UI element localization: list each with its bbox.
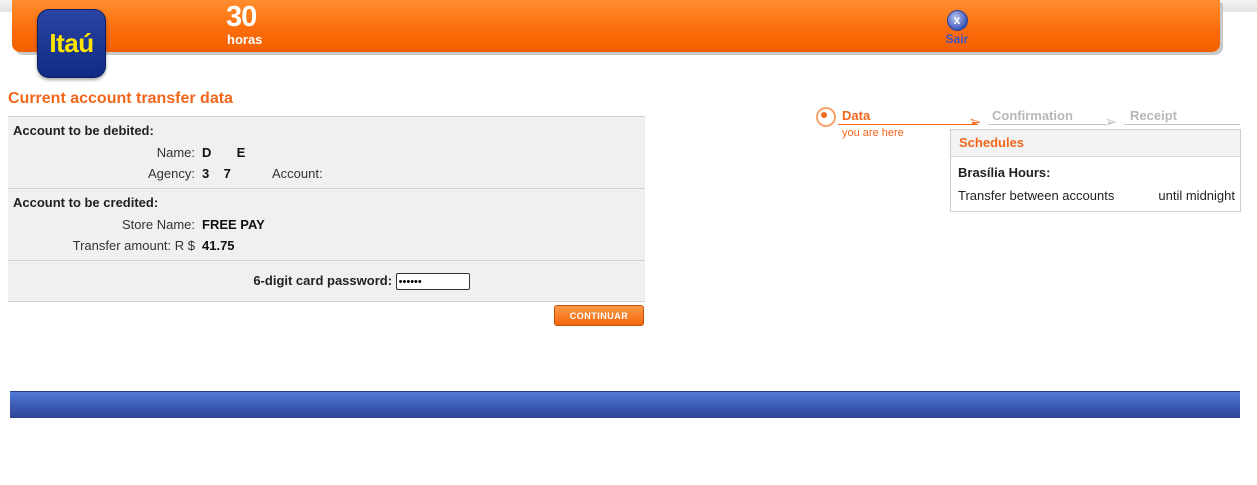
schedules-subtitle: Brasília Hours: xyxy=(958,165,1051,180)
close-icon[interactable]: x xyxy=(946,10,968,31)
account-label: Account: xyxy=(272,166,323,181)
30-horas-word: horas xyxy=(227,32,263,47)
name-label: Name: xyxy=(156,145,195,160)
password-row: 6-digit card password: xyxy=(8,271,645,291)
store-value: FREE PAY xyxy=(202,217,265,232)
amount-value: 41.75 xyxy=(202,238,235,253)
logo-text: Itaú xyxy=(49,28,94,58)
logout-button[interactable]: x Sair xyxy=(940,10,974,46)
footer-bar xyxy=(10,391,1240,418)
step-connector xyxy=(1124,124,1240,125)
step-receipt: Receipt xyxy=(1130,108,1177,123)
schedule-row: Transfer between accounts until midnight xyxy=(951,188,1240,206)
step-connector xyxy=(838,124,978,125)
credit-section: Account to be credited: Store Name: FREE… xyxy=(8,188,645,260)
agency-label: Agency: xyxy=(148,166,195,181)
page-title: Current account transfer data xyxy=(8,90,233,107)
logout-label[interactable]: Sair xyxy=(940,32,974,46)
transfer-form: Account to be debited: Name: D E Agency:… xyxy=(8,116,645,302)
30-horas-number: 30 xyxy=(226,1,257,33)
password-label: 6-digit card password: xyxy=(253,273,393,288)
name-value: D E xyxy=(202,145,246,160)
schedules-panel: Schedules Brasília Hours: Transfer betwe… xyxy=(950,129,1241,212)
continue-button[interactable]: CONTINUAR xyxy=(554,305,644,326)
agency-row: Agency: 3 7 Account: xyxy=(8,163,645,184)
name-row: Name: D E xyxy=(8,142,645,163)
store-label: Store Name: xyxy=(122,217,195,232)
credit-heading: Account to be credited: xyxy=(13,195,159,210)
schedule-row-value: until midnight xyxy=(1158,188,1235,203)
step-connector xyxy=(988,124,1106,125)
itau-logo[interactable]: Itaú xyxy=(37,9,106,78)
amount-label: Transfer amount: R $ xyxy=(72,238,195,253)
schedule-row-label: Transfer between accounts xyxy=(958,188,1115,203)
amount-row: Transfer amount: R $ 41.75 xyxy=(8,235,645,256)
step-confirmation: Confirmation xyxy=(992,108,1073,123)
store-row: Store Name: FREE PAY xyxy=(8,214,645,235)
debit-section: Account to be debited: Name: D E Agency:… xyxy=(8,116,645,188)
header-bar xyxy=(12,0,1220,52)
current-step-icon xyxy=(816,107,836,127)
password-section: 6-digit card password: xyxy=(8,260,645,302)
step-data: Data xyxy=(842,108,871,123)
agency-value: 3 7 xyxy=(202,166,231,181)
password-input[interactable] xyxy=(395,273,470,291)
step-current-note: you are here xyxy=(842,127,904,139)
debit-heading: Account to be debited: xyxy=(13,123,154,138)
schedules-title: Schedules xyxy=(951,130,1240,157)
